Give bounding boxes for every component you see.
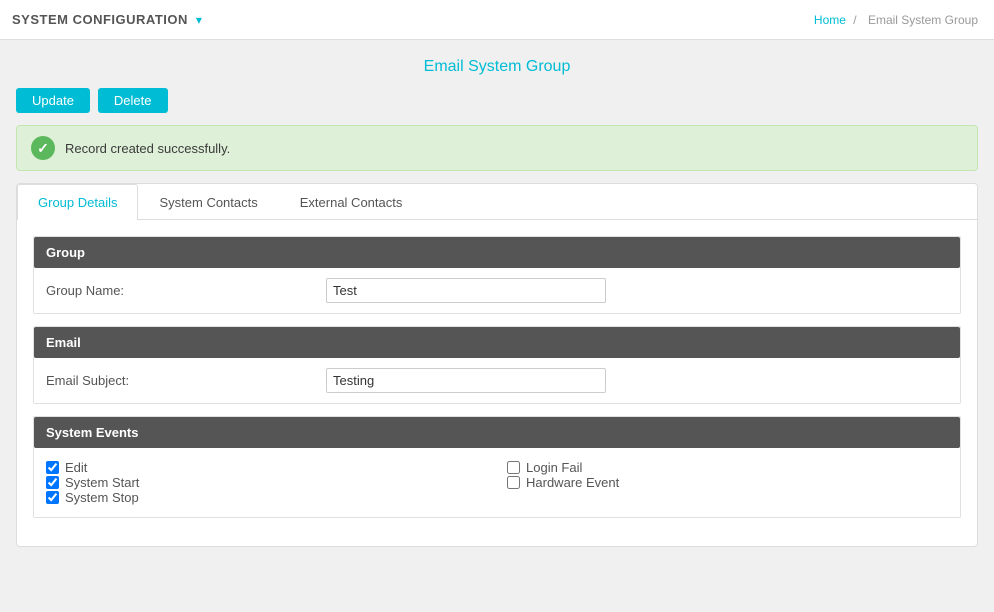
toolbar: Update Delete (16, 88, 978, 113)
checkbox-system-start-row: System Start (46, 475, 487, 490)
email-subject-input[interactable] (326, 368, 606, 393)
page-title: Email System Group (16, 58, 978, 76)
checkbox-hardware-event-label: Hardware Event (526, 475, 619, 490)
email-subject-label: Email Subject: (46, 373, 326, 388)
delete-button[interactable]: Delete (98, 88, 168, 113)
alert-message: Record created successfully. (65, 141, 230, 156)
checkbox-edit-row: Edit (46, 460, 487, 475)
checkbox-edit-label: Edit (65, 460, 87, 475)
breadcrumb: Home / Email System Group (814, 13, 982, 27)
group-name-row: Group Name: (34, 268, 960, 313)
system-events-header: System Events (34, 417, 960, 448)
breadcrumb-home[interactable]: Home (814, 13, 846, 27)
update-button[interactable]: Update (16, 88, 90, 113)
header-left: SYSTEM CONFIGURATION ▾ (12, 12, 202, 27)
events-left-col: Edit System Start System Stop (46, 460, 487, 505)
checkbox-login-fail[interactable] (507, 461, 520, 474)
checkbox-system-stop[interactable] (46, 491, 59, 504)
tabs-bar: Group Details System Contacts External C… (17, 184, 977, 220)
group-name-input[interactable] (326, 278, 606, 303)
checkbox-system-start-label: System Start (65, 475, 139, 490)
page-wrapper: Email System Group Update Delete Record … (0, 40, 994, 563)
checkbox-system-start[interactable] (46, 476, 59, 489)
header: SYSTEM CONFIGURATION ▾ Home / Email Syst… (0, 0, 994, 40)
group-section-header: Group (34, 237, 960, 268)
checkbox-hardware-event-row: Hardware Event (507, 475, 948, 490)
checkbox-login-fail-label: Login Fail (526, 460, 582, 475)
email-section-header: Email (34, 327, 960, 358)
events-grid: Edit System Start System Stop (34, 448, 960, 517)
success-alert: Record created successfully. (16, 125, 978, 171)
checkbox-hardware-event[interactable] (507, 476, 520, 489)
app-title: SYSTEM CONFIGURATION (12, 12, 188, 27)
check-icon (31, 136, 55, 160)
email-section: Email Email Subject: (33, 326, 961, 404)
tab-group-details[interactable]: Group Details (17, 184, 138, 220)
dropdown-icon[interactable]: ▾ (196, 13, 202, 27)
group-section: Group Group Name: (33, 236, 961, 314)
tab-external-contacts[interactable]: External Contacts (279, 184, 424, 220)
email-subject-row: Email Subject: (34, 358, 960, 403)
breadcrumb-separator: / (853, 13, 856, 27)
checkbox-system-stop-label: System Stop (65, 490, 139, 505)
checkbox-system-stop-row: System Stop (46, 490, 487, 505)
main-card: Group Details System Contacts External C… (16, 183, 978, 547)
group-name-label: Group Name: (46, 283, 326, 298)
checkbox-login-fail-row: Login Fail (507, 460, 948, 475)
tab-content: Group Group Name: Email Email Subject: S… (17, 220, 977, 546)
events-right-col: Login Fail Hardware Event (507, 460, 948, 505)
system-events-section: System Events Edit System Start (33, 416, 961, 518)
breadcrumb-current: Email System Group (868, 13, 978, 27)
tab-system-contacts[interactable]: System Contacts (138, 184, 278, 220)
checkbox-edit[interactable] (46, 461, 59, 474)
